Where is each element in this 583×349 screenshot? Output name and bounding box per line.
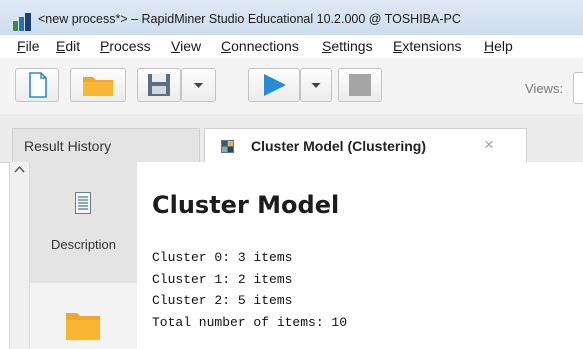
cluster-line: Cluster 0: 3 items (152, 250, 293, 265)
open-folder-icon (83, 77, 113, 96)
scroll-up-arrow-icon[interactable] (13, 164, 26, 174)
view-selector-sidebar: Description (30, 162, 137, 349)
chevron-down-icon (311, 83, 321, 88)
folder-icon (66, 313, 100, 340)
play-icon (264, 74, 286, 96)
sidebar-item-description-label: Description (50, 237, 117, 252)
run-process-button[interactable] (248, 68, 300, 102)
close-tab-icon[interactable]: × (484, 135, 494, 155)
menu-process[interactable]: Process (100, 38, 151, 54)
new-process-button[interactable] (15, 68, 59, 102)
menu-help[interactable]: Help (484, 38, 513, 54)
cluster-line: Cluster 2: 5 items (152, 293, 293, 308)
views-label: Views: (525, 81, 564, 96)
tab-cluster-model[interactable]: Cluster Model (Clustering) × (204, 128, 527, 163)
description-document-icon (75, 192, 91, 214)
cluster-model-icon (221, 140, 234, 153)
save-process-button[interactable] (137, 68, 181, 102)
cluster-summary: Cluster 0: 3 items Cluster 1: 2 items Cl… (152, 247, 347, 333)
window-title: <new process*> – RapidMiner Studio Educa… (38, 12, 461, 26)
sidebar-item-description[interactable]: Description (30, 162, 137, 283)
stop-icon (349, 74, 371, 96)
menu-connections[interactable]: Connections (221, 38, 299, 54)
total-items-line: Total number of items: 10 (152, 314, 348, 330)
menu-bar: File Edit Process View Connections Setti… (0, 35, 583, 59)
page-title: Cluster Model (152, 191, 340, 219)
save-options-dropdown[interactable] (181, 68, 216, 102)
new-document-icon (29, 72, 47, 98)
menu-settings[interactable]: Settings (322, 38, 373, 54)
results-tab-strip: Result History Cluster Model (Clustering… (0, 114, 583, 163)
tab-cluster-model-label: Cluster Model (Clustering) (251, 138, 427, 154)
save-icon (148, 74, 170, 96)
menu-file[interactable]: File (17, 38, 40, 54)
window-title-bar: <new process*> – RapidMiner Studio Educa… (0, 0, 583, 35)
sidebar-item-folder[interactable] (30, 283, 137, 349)
menu-edit[interactable]: Edit (56, 38, 80, 54)
views-selector[interactable] (573, 72, 583, 104)
menu-extensions[interactable]: Extensions (393, 38, 462, 54)
run-options-dropdown[interactable] (300, 68, 332, 102)
tab-result-history[interactable]: Result History (12, 128, 200, 162)
open-process-button[interactable] (70, 68, 126, 102)
menu-view[interactable]: View (171, 38, 201, 54)
vertical-scrollbar[interactable] (9, 162, 30, 349)
main-toolbar: Views: (0, 58, 583, 115)
rapidminer-logo-icon (13, 13, 31, 31)
tab-result-history-label: Result History (24, 138, 112, 154)
cluster-line: Cluster 1: 2 items (152, 271, 293, 287)
stop-process-button[interactable] (338, 68, 382, 102)
cluster-model-content: Cluster Model Cluster 0: 3 items Cluster… (137, 162, 583, 349)
chevron-down-icon (194, 83, 203, 88)
